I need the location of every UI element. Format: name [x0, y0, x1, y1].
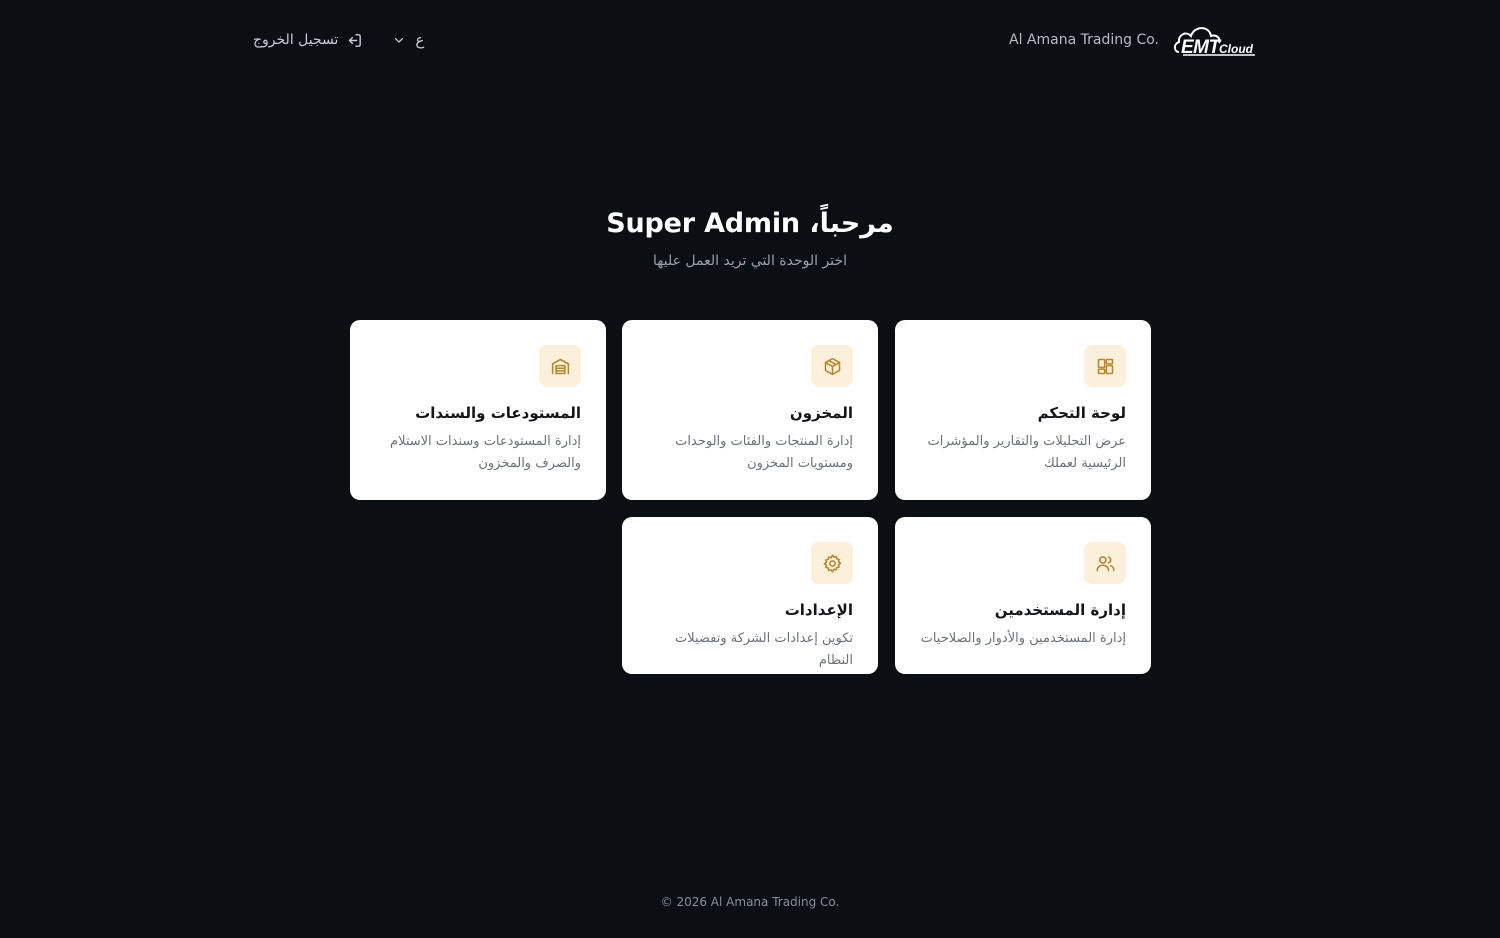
module-description: إدارة المستودعات وسندات الاستلام والصرف … [390, 434, 581, 471]
welcome-section: مرحباً، Super Admin اختر الوحدة التي تري… [0, 208, 1500, 269]
module-icon-box [811, 345, 853, 387]
page-subtitle: اختر الوحدة التي تريد العمل عليها [653, 253, 847, 269]
top-header: EMT Cloud Al Amana Trading Co. تسجيل الخ… [0, 0, 1500, 80]
module-card-warehouses[interactable]: المستودعات والسندات إدارة المستودعات وسن… [350, 320, 606, 500]
module-icon-box [1084, 345, 1126, 387]
module-title: لوحة التحكم [1037, 404, 1126, 422]
module-description: تكوين إعدادات الشركة وتفضيلات النظام [674, 631, 853, 668]
module-description: إدارة المستخدمين والأدوار والصلاحيات [920, 631, 1126, 646]
module-card-dashboard[interactable]: لوحة التحكم عرض التحليلات والتقارير والم… [895, 320, 1151, 500]
language-select[interactable]: ع [393, 31, 424, 49]
package-icon [824, 357, 840, 375]
logout-button[interactable]: تسجيل الخروج [253, 32, 363, 49]
warehouse-icon [551, 358, 569, 374]
emtcloud-logo[interactable]: EMT Cloud [1173, 22, 1257, 58]
module-icon-box [539, 345, 581, 387]
module-icon-box [1084, 542, 1126, 584]
users-icon [1095, 555, 1115, 571]
module-title: الإعدادات [784, 601, 853, 619]
module-title: المخزون [789, 404, 853, 422]
brand: EMT Cloud Al Amana Trading Co. [1009, 22, 1257, 58]
company-name: Al Amana Trading Co. [1009, 32, 1159, 48]
gear-icon [823, 553, 841, 573]
module-card-inventory[interactable]: المخزون إدارة المنتجات والفئات والوحدات … [622, 320, 878, 500]
logout-label: تسجيل الخروج [253, 32, 339, 48]
module-title: إدارة المستخدمين [994, 601, 1126, 619]
dashboard-grid-icon [1097, 358, 1113, 374]
page-title: مرحباً، Super Admin [606, 208, 894, 239]
module-card-settings[interactable]: الإعدادات تكوين إعدادات الشركة وتفضيلات … [622, 517, 878, 674]
footer-copyright: © 2026 Al Amana Trading Co. [660, 895, 840, 909]
module-description: إدارة المنتجات والفئات والوحدات ومستويات… [675, 434, 853, 471]
module-icon-box [811, 542, 853, 584]
module-title: المستودعات والسندات [415, 404, 581, 422]
chevron-down-icon [395, 37, 404, 43]
module-card-users[interactable]: إدارة المستخدمين إدارة المستخدمين والأدو… [895, 517, 1151, 674]
header-controls: تسجيل الخروج ع [253, 28, 424, 52]
logout-icon [349, 33, 362, 47]
svg-text:Cloud: Cloud [1219, 42, 1254, 56]
language-value: ع [415, 31, 425, 49]
module-description: عرض التحليلات والتقارير والمؤشرات الرئيس… [927, 434, 1126, 471]
